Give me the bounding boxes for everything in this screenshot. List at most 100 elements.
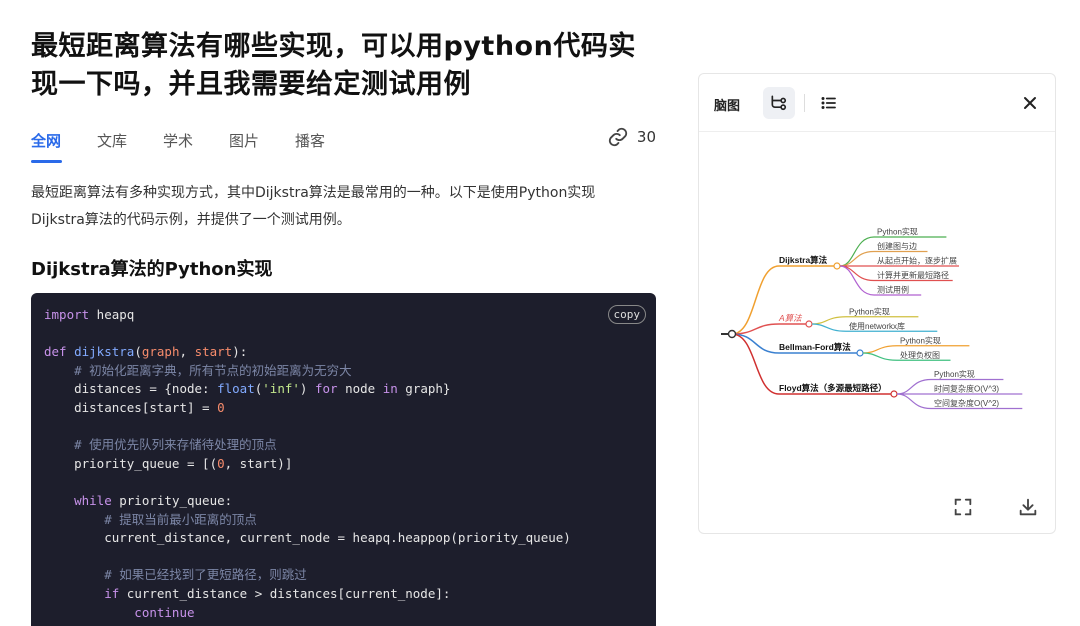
close-panel-button[interactable]	[1019, 92, 1041, 114]
mindmap-branch-node[interactable]	[856, 349, 864, 357]
link-count-value: 30	[636, 128, 656, 146]
code-line: while priority_queue:	[44, 492, 571, 511]
mindmap-leaf-label[interactable]: 空间复杂度O(V^2)	[934, 398, 999, 408]
code-token: graph}	[397, 381, 451, 397]
mindmap-view-button[interactable]	[763, 87, 795, 119]
mindmap-panel: 脑图 Dijkstra算法Python实现创建图与边从起点开始，逐步扩展	[698, 73, 1056, 534]
code-token: start	[194, 344, 233, 360]
code-token: current_distance, current_node = heapq.h…	[44, 530, 571, 546]
mindmap-branch-label[interactable]: Bellman-Ford算法	[779, 342, 851, 352]
code-token: ):	[232, 344, 248, 360]
mindmap-branch-label[interactable]: Dijkstra算法	[779, 255, 828, 265]
panel-header: 脑图	[699, 74, 1055, 132]
mindmap-leaf-label[interactable]: 时间复杂度O(V^3)	[934, 384, 999, 394]
code-token: 0	[217, 455, 225, 471]
code-token: ,	[179, 344, 195, 360]
mindmap-leaf-label[interactable]: Python实现	[849, 306, 890, 316]
code-token: while	[44, 492, 112, 508]
code-token: , start)]	[224, 455, 293, 471]
mindmap-root-node[interactable]	[727, 329, 737, 339]
code-token: node	[337, 381, 383, 397]
link-icon	[608, 127, 628, 147]
code-line: def dijkstra(graph, start):	[44, 343, 571, 362]
source-tabs: 全网 文库 学术 图片 播客 30	[31, 126, 656, 166]
code-line: if current_distance > distances[current_…	[44, 585, 571, 604]
code-token: )	[299, 381, 315, 397]
code-token: # 使用优先队列来存储待处理的顶点	[44, 437, 277, 453]
answer-intro: 最短距离算法有多种实现方式，其中Dijkstra算法是最常用的一种。以下是使用P…	[31, 185, 596, 228]
code-line: distances = {node: float('inf') for node…	[44, 380, 571, 399]
outline-view-button[interactable]	[813, 87, 845, 119]
code-token: float	[217, 381, 255, 397]
close-icon	[1024, 97, 1036, 109]
code-line: # 提取当前最小距离的顶点	[44, 511, 571, 530]
download-button[interactable]	[1014, 493, 1042, 521]
mindmap-canvas[interactable]: Dijkstra算法Python实现创建图与边从起点开始，逐步扩展计算并更新最短…	[699, 133, 1055, 473]
mindmap-branch-label[interactable]: A算法	[778, 313, 803, 323]
code-token: (	[134, 344, 142, 360]
mindmap-leaf-label[interactable]: Python实现	[934, 369, 975, 379]
active-tab-indicator	[31, 160, 62, 163]
mindmap-leaf-label[interactable]: 处理负权图	[900, 350, 940, 360]
code-token: priority_queue = [(	[44, 455, 218, 471]
mindmap-branch-label[interactable]: Floyd算法（多源最短路径）	[779, 383, 887, 393]
code-token: 0	[217, 399, 225, 415]
code-token: distances[start] =	[44, 399, 218, 415]
copy-button[interactable]: copy	[607, 305, 646, 324]
code-token: continue	[44, 604, 195, 620]
mindmap-branch-node[interactable]	[805, 320, 813, 328]
tab-academic[interactable]: 学术	[163, 130, 193, 151]
tab-images[interactable]: 图片	[229, 130, 259, 151]
mindmap-leaf-label[interactable]: 从起点开始，逐步扩展	[877, 256, 957, 266]
code-line: distances[start] = 0	[44, 399, 571, 418]
code-token: for	[314, 381, 338, 397]
download-icon	[1019, 498, 1037, 516]
mindmap-leaf-label[interactable]: 使用networkx库	[849, 321, 905, 331]
code-token: priority_queue:	[111, 492, 233, 508]
mindmap-branch-node[interactable]	[890, 390, 898, 398]
fullscreen-button[interactable]	[949, 493, 977, 521]
mindmap-leaf-label[interactable]: Python实现	[900, 335, 941, 345]
code-line: import heapq	[44, 306, 571, 325]
code-token: in	[382, 381, 398, 397]
code-token: heapq	[89, 307, 135, 322]
code-token: if	[44, 585, 120, 601]
code-line: # 初始化距离字典，所有节点的初始距离为无穷大	[44, 362, 571, 381]
code-line: current_distance, current_node = heapq.h…	[44, 529, 571, 548]
code-token: current_distance > distances[current_nod…	[119, 585, 451, 601]
tab-podcast[interactable]: 播客	[295, 130, 325, 151]
mindmap-branch-node[interactable]	[833, 262, 841, 270]
list-icon	[821, 96, 836, 110]
code-lines: import heapq def dijkstra(graph, start):…	[44, 306, 571, 622]
tree-icon	[771, 95, 787, 111]
header-divider	[804, 94, 805, 112]
code-token: import	[44, 307, 90, 322]
code-line: # 使用优先队列来存储待处理的顶点	[44, 436, 571, 455]
fullscreen-icon	[954, 498, 972, 516]
code-token: dijkstra	[74, 344, 135, 360]
mindmap-leaf-label[interactable]: Python实现	[877, 227, 918, 237]
code-token: def	[44, 344, 67, 360]
section-heading: Dijkstra算法的Python实现	[31, 259, 273, 280]
code-token: # 初始化距离字典，所有节点的初始距离为无穷大	[44, 362, 352, 378]
code-line: priority_queue = [(0, start)]	[44, 455, 571, 474]
code-token: 'inf'	[262, 381, 300, 397]
reference-links[interactable]: 30	[607, 126, 656, 148]
panel-title: 脑图	[714, 99, 741, 114]
code-token: graph	[141, 344, 180, 360]
code-token: # 提取当前最小距离的顶点	[44, 511, 257, 527]
tab-all[interactable]: 全网	[31, 130, 61, 151]
mindmap-leaf-label[interactable]: 测试用例	[877, 285, 909, 295]
code-line: continue	[44, 604, 571, 623]
code-block: copy import heapq def dijkstra(graph, st…	[31, 293, 656, 626]
code-token: # 如果已经找到了更短路径，则跳过	[44, 567, 307, 583]
tab-library[interactable]: 文库	[97, 130, 127, 151]
mindmap-leaf-label[interactable]: 计算并更新最短路径	[877, 270, 949, 280]
mindmap-leaf-label[interactable]: 创建图与边	[877, 241, 917, 251]
page-title: 最短距离算法有哪些实现，可以用python代码实现一下吗，并且我需要给定测试用例	[31, 31, 636, 100]
